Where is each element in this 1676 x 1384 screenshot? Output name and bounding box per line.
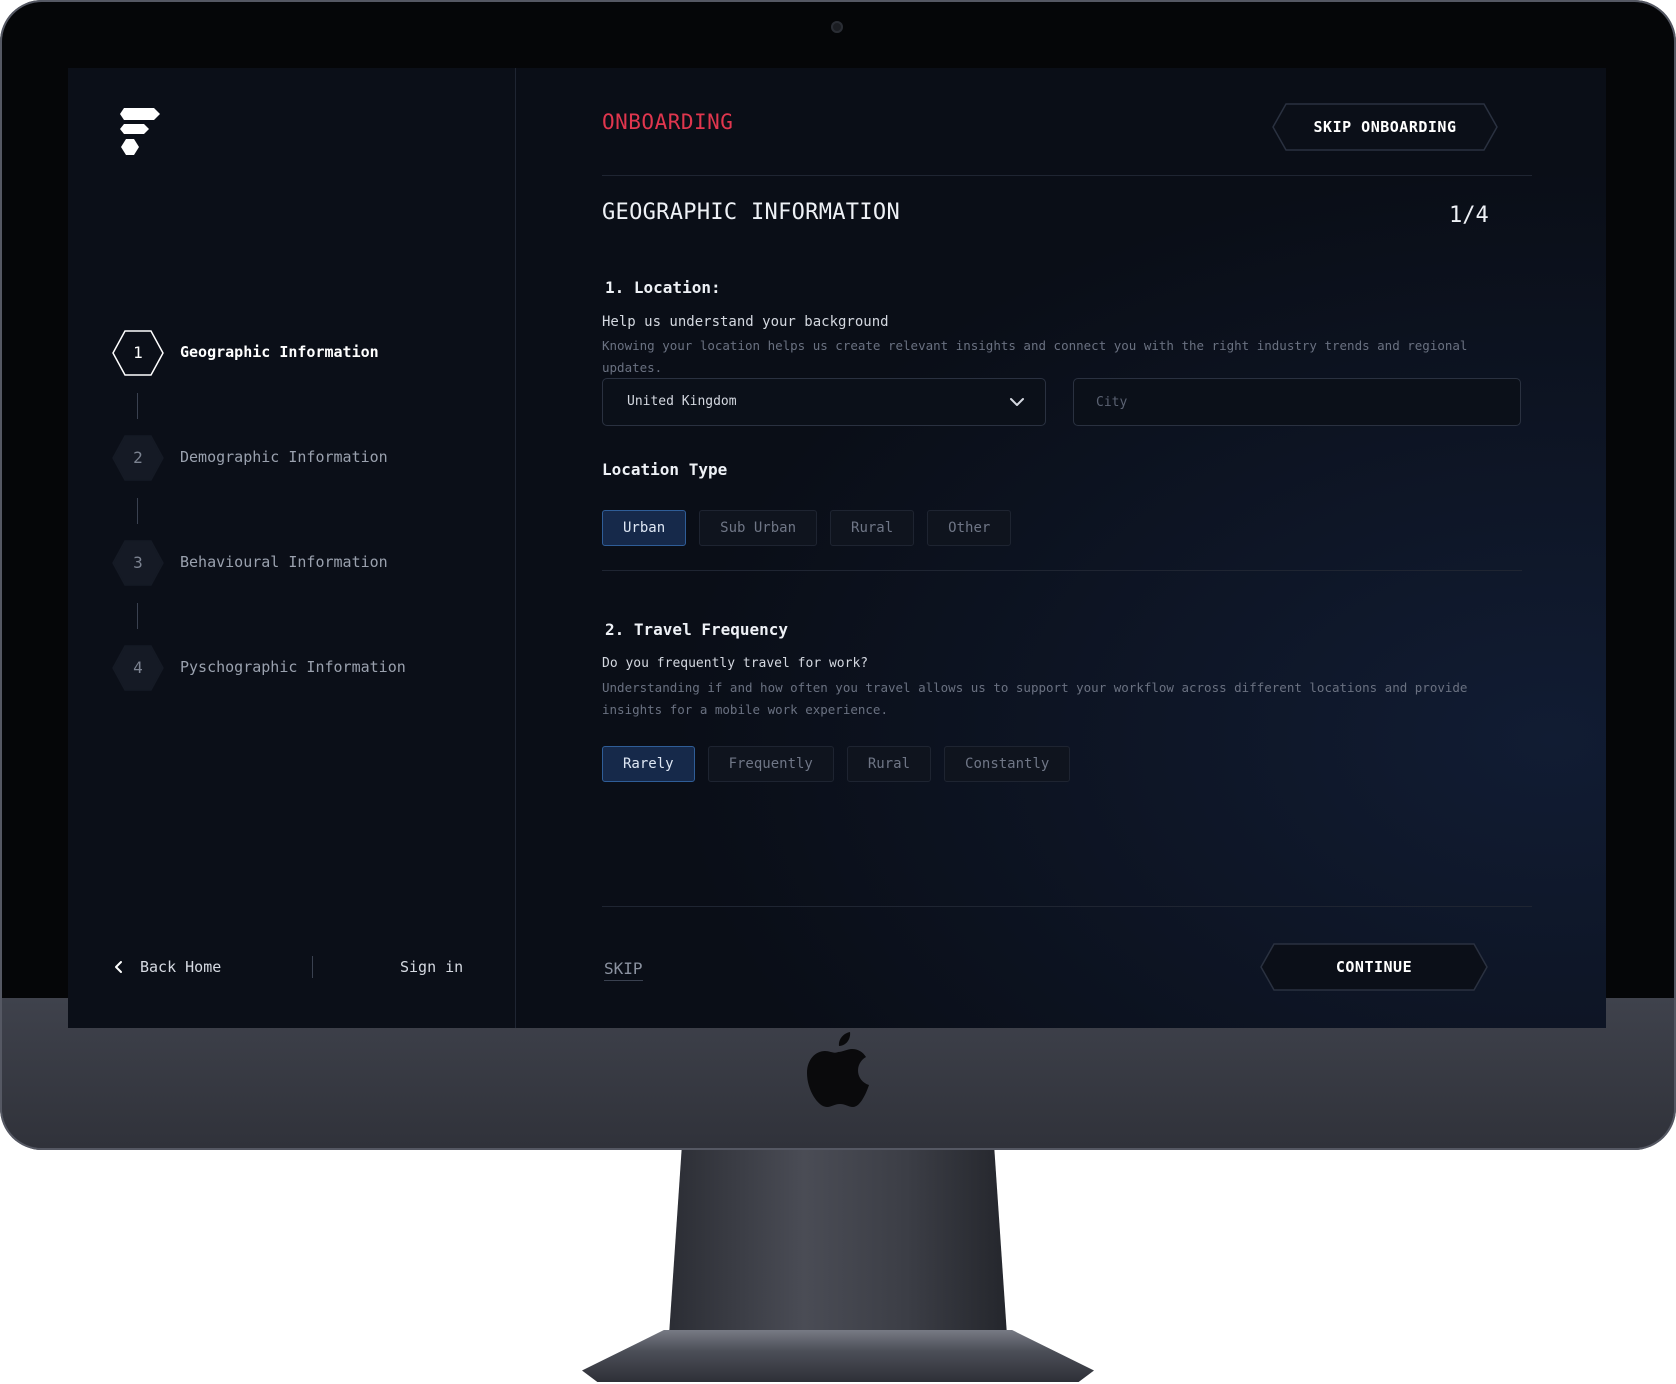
question-1-description: Knowing your location helps us create re… <box>602 338 1468 375</box>
step-label: Demographic Information <box>180 448 388 466</box>
screen: 1 Geographic Information 2 Demographic I… <box>68 68 1606 1028</box>
skip-onboarding-button[interactable]: SKIP ONBOARDING <box>1272 103 1498 151</box>
chevron-down-icon <box>1010 398 1024 406</box>
step-progress: 1/4 <box>1449 203 1489 228</box>
travel-frequency-options: Rarely Frequently Rural Constantly <box>602 746 1071 782</box>
header-divider <box>602 175 1532 176</box>
location-type-options: Urban Sub Urban Rural Other <box>602 510 1012 546</box>
chevron-left-icon <box>115 961 122 973</box>
step-connector <box>137 603 138 629</box>
continue-button[interactable]: CONTINUE <box>1260 943 1488 991</box>
imac-stand-foot <box>582 1330 1094 1382</box>
step-label: Behavioural Information <box>180 553 388 571</box>
imac-stand <box>668 1150 1008 1350</box>
option-urban[interactable]: Urban <box>602 510 687 546</box>
step-number: 2 <box>133 448 143 467</box>
step-number: 3 <box>133 553 143 572</box>
footer-divider <box>602 906 1532 907</box>
back-home-link[interactable]: Back Home <box>112 958 221 976</box>
country-select[interactable]: United Kingdom <box>602 378 1046 426</box>
city-input[interactable] <box>1073 378 1521 426</box>
skip-button[interactable]: SKIP <box>604 959 643 981</box>
option-other[interactable]: Other <box>927 510 1012 546</box>
location-type-label: Location Type <box>602 460 728 479</box>
camera-icon <box>831 21 843 33</box>
sidebar: 1 Geographic Information 2 Demographic I… <box>68 68 516 1028</box>
country-value: United Kingdom <box>627 394 737 409</box>
skip-onboarding-label: SKIP ONBOARDING <box>1313 118 1457 136</box>
apple-logo-icon <box>807 1032 869 1107</box>
option-rarely[interactable]: Rarely <box>602 746 695 782</box>
step-label: Pyschographic Information <box>180 658 406 676</box>
option-rural[interactable]: Rural <box>830 510 915 546</box>
step-number: 1 <box>133 343 143 362</box>
section-title: GEOGRAPHIC INFORMATION <box>602 200 900 225</box>
question-1-subtitle: Help us understand your background <box>602 314 889 330</box>
step-connector <box>137 393 138 419</box>
divider <box>312 956 313 978</box>
question-1-title: 1. Location: <box>605 278 721 297</box>
option-constantly[interactable]: Constantly <box>944 746 1071 782</box>
sign-in-link[interactable]: Sign in <box>400 958 463 976</box>
option-rural[interactable]: Rural <box>846 746 932 782</box>
step-connector <box>137 498 138 524</box>
main-panel: ONBOARDING SKIP ONBOARDING GEOGRAPHIC IN… <box>516 68 1606 1028</box>
section-divider <box>602 570 1522 571</box>
step-number: 4 <box>133 658 143 677</box>
sidebar-footer: Back Home Sign in <box>112 956 492 988</box>
question-2-title: 2. Travel Frequency <box>605 620 789 639</box>
continue-label: CONTINUE <box>1335 958 1413 976</box>
option-sub-urban[interactable]: Sub Urban <box>699 510 818 546</box>
back-home-label: Back Home <box>140 958 222 976</box>
question-2-subtitle: Do you frequently travel for work? <box>602 656 869 671</box>
page-title: ONBOARDING <box>602 110 734 134</box>
brand-logo-icon <box>120 108 160 155</box>
step-label: Geographic Information <box>180 343 379 361</box>
option-frequently[interactable]: Frequently <box>707 746 834 782</box>
question-2-description: Understanding if and how often you trave… <box>602 680 1468 717</box>
